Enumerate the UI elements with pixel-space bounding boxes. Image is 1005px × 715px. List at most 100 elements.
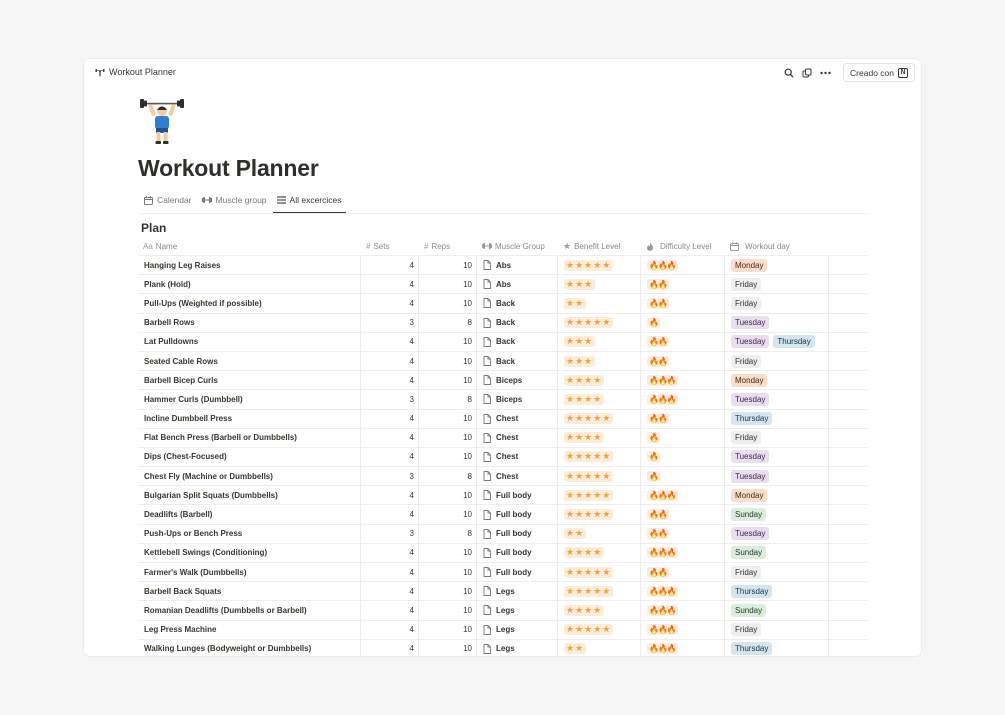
- column-header-name[interactable]: Aa Name: [138, 237, 361, 255]
- table-row[interactable]: Push-Ups or Bench Press 3 8 Full body ★★ 🔥🔥 Tu…: [138, 524, 868, 544]
- cell-name[interactable]: Deadlifts (Barbell): [138, 505, 361, 524]
- cell-reps[interactable]: 10: [419, 620, 477, 639]
- table-row[interactable]: Pull-Ups (Weighted if possible) 4 10 Back ★★…: [138, 294, 868, 314]
- cell-workout-day[interactable]: Sunday: [725, 505, 829, 524]
- cell-reps[interactable]: 10: [419, 563, 477, 582]
- muscle-group-link[interactable]: Biceps: [496, 376, 522, 385]
- cell-benefit-level[interactable]: ★★: [558, 524, 641, 543]
- cell-workout-day[interactable]: Monday: [725, 256, 829, 275]
- cell-muscle-group[interactable]: Legs: [477, 601, 558, 620]
- column-header-benefit[interactable]: ★ Benefit Level: [558, 237, 641, 255]
- cell-difficulty-level[interactable]: 🔥🔥🔥: [641, 486, 725, 505]
- table-row[interactable]: Barbell Back Squats 4 10 Legs ★★★★★ 🔥🔥🔥 Thursd…: [138, 582, 868, 602]
- cell-muscle-group[interactable]: Full body: [477, 563, 558, 582]
- cell-name[interactable]: Seated Cable Rows: [138, 351, 361, 371]
- cell-difficulty-level[interactable]: 🔥: [641, 313, 725, 332]
- search-button[interactable]: [780, 64, 798, 82]
- cell-sets[interactable]: 3: [361, 313, 419, 332]
- cell-muscle-group[interactable]: Abs: [477, 256, 558, 275]
- cell-muscle-group[interactable]: Full body: [477, 524, 558, 543]
- cell-workout-day[interactable]: Friday: [725, 428, 829, 447]
- cell-benefit-level[interactable]: ★★★★: [558, 371, 641, 390]
- table-row[interactable]: Bulgarian Split Squats (Dumbbells) 4 10 Ful…: [138, 486, 868, 506]
- cell-sets[interactable]: 4: [361, 601, 419, 620]
- cell-muscle-group[interactable]: Chest: [477, 447, 558, 467]
- table-row[interactable]: Barbell Bicep Curls 4 10 Biceps ★★★★ 🔥🔥🔥 Monda…: [138, 371, 868, 391]
- muscle-group-link[interactable]: Biceps: [496, 395, 522, 404]
- cell-name[interactable]: Hanging Leg Raises: [138, 256, 361, 275]
- cell-sets[interactable]: 4: [361, 486, 419, 505]
- cell-benefit-level[interactable]: ★★★★★: [558, 486, 641, 505]
- table-row[interactable]: Barbell Rows 3 8 Back ★★★★★ 🔥 Tuesday: [138, 313, 868, 333]
- table-row[interactable]: Lat Pulldowns 4 10 Back ★★★ 🔥🔥 Tuesday Thursday: [138, 332, 868, 352]
- cell-benefit-level[interactable]: ★★★★: [558, 428, 641, 447]
- cell-sets[interactable]: 4: [361, 275, 419, 294]
- cell-workout-day[interactable]: Friday: [725, 275, 829, 294]
- muscle-group-link[interactable]: Legs: [496, 587, 515, 596]
- cell-muscle-group[interactable]: Legs: [477, 639, 558, 656]
- cell-name[interactable]: Farmer's Walk (Dumbbells): [138, 563, 361, 582]
- cell-reps[interactable]: 10: [419, 601, 477, 620]
- cell-sets[interactable]: 4: [361, 563, 419, 582]
- cell-benefit-level[interactable]: ★★★★★: [558, 256, 641, 275]
- cell-workout-day[interactable]: Tuesday Thursday: [725, 332, 829, 351]
- cell-muscle-group[interactable]: Full body: [477, 505, 558, 524]
- cell-workout-day[interactable]: Tuesday: [725, 390, 829, 409]
- cell-workout-day[interactable]: Tuesday: [725, 313, 829, 332]
- muscle-group-link[interactable]: Full body: [496, 568, 532, 577]
- cell-workout-day[interactable]: Sunday: [725, 601, 829, 620]
- cell-muscle-group[interactable]: Back: [477, 332, 558, 351]
- cell-workout-day[interactable]: Friday: [725, 620, 829, 639]
- cell-benefit-level[interactable]: ★★★: [558, 351, 641, 371]
- cell-workout-day[interactable]: Thursday: [725, 409, 829, 428]
- muscle-group-link[interactable]: Legs: [496, 606, 515, 615]
- cell-difficulty-level[interactable]: 🔥🔥🔥: [641, 601, 725, 620]
- tab-all-exercises[interactable]: All excercices: [272, 192, 346, 214]
- cell-difficulty-level[interactable]: 🔥: [641, 467, 725, 486]
- cell-name[interactable]: Pull-Ups (Weighted if possible): [138, 294, 361, 313]
- cell-reps[interactable]: 10: [419, 639, 477, 656]
- cell-difficulty-level[interactable]: 🔥🔥: [641, 524, 725, 543]
- cell-reps[interactable]: 10: [419, 294, 477, 313]
- column-header-workout-day[interactable]: Workout day: [725, 237, 829, 255]
- more-button[interactable]: [816, 64, 834, 82]
- cell-reps[interactable]: 10: [419, 447, 477, 467]
- cell-workout-day[interactable]: Sunday: [725, 543, 829, 562]
- cell-sets[interactable]: 3: [361, 467, 419, 486]
- cell-benefit-level[interactable]: ★★: [558, 294, 641, 313]
- tab-calendar[interactable]: Calendar: [140, 192, 196, 214]
- cell-sets[interactable]: 4: [361, 371, 419, 390]
- cell-name[interactable]: Incline Dumbbell Press: [138, 409, 361, 428]
- cell-difficulty-level[interactable]: 🔥🔥: [641, 275, 725, 294]
- cell-benefit-level[interactable]: ★★★: [558, 332, 641, 351]
- cell-muscle-group[interactable]: Back: [477, 351, 558, 371]
- cell-muscle-group[interactable]: Full body: [477, 486, 558, 505]
- cell-sets[interactable]: 4: [361, 428, 419, 447]
- cell-benefit-level[interactable]: ★★★★: [558, 390, 641, 409]
- cell-muscle-group[interactable]: Abs: [477, 275, 558, 294]
- cell-difficulty-level[interactable]: 🔥🔥: [641, 351, 725, 371]
- cell-muscle-group[interactable]: Chest: [477, 428, 558, 447]
- cell-name[interactable]: Walking Lunges (Bodyweight or Dumbbells): [138, 639, 361, 656]
- table-row[interactable]: Hanging Leg Raises 4 10 Abs ★★★★★ 🔥🔥🔥 Monday: [138, 256, 868, 276]
- cell-difficulty-level[interactable]: 🔥🔥🔥: [641, 639, 725, 656]
- cell-difficulty-level[interactable]: 🔥🔥🔥: [641, 390, 725, 409]
- cell-muscle-group[interactable]: Biceps: [477, 371, 558, 390]
- cell-difficulty-level[interactable]: 🔥🔥: [641, 563, 725, 582]
- cell-name[interactable]: Bulgarian Split Squats (Dumbbells): [138, 486, 361, 505]
- cell-sets[interactable]: 4: [361, 447, 419, 467]
- cell-name[interactable]: Kettlebell Swings (Conditioning): [138, 543, 361, 562]
- cell-benefit-level[interactable]: ★★★★★: [558, 313, 641, 332]
- cell-name[interactable]: Barbell Rows: [138, 313, 361, 332]
- cell-difficulty-level[interactable]: 🔥🔥🔥: [641, 582, 725, 601]
- table-row[interactable]: Farmer's Walk (Dumbbells) 4 10 Full body ★★★…: [138, 563, 868, 583]
- cell-sets[interactable]: 4: [361, 582, 419, 601]
- cell-benefit-level[interactable]: ★★★★★: [558, 467, 641, 486]
- cell-name[interactable]: Push-Ups or Bench Press: [138, 524, 361, 543]
- cell-benefit-level[interactable]: ★★★★★: [558, 409, 641, 428]
- cell-reps[interactable]: 10: [419, 543, 477, 562]
- muscle-group-link[interactable]: Chest: [496, 472, 518, 481]
- cell-sets[interactable]: 3: [361, 524, 419, 543]
- cell-name[interactable]: Romanian Deadlifts (Dumbbells or Barbell…: [138, 601, 361, 620]
- muscle-group-link[interactable]: Chest: [496, 452, 518, 461]
